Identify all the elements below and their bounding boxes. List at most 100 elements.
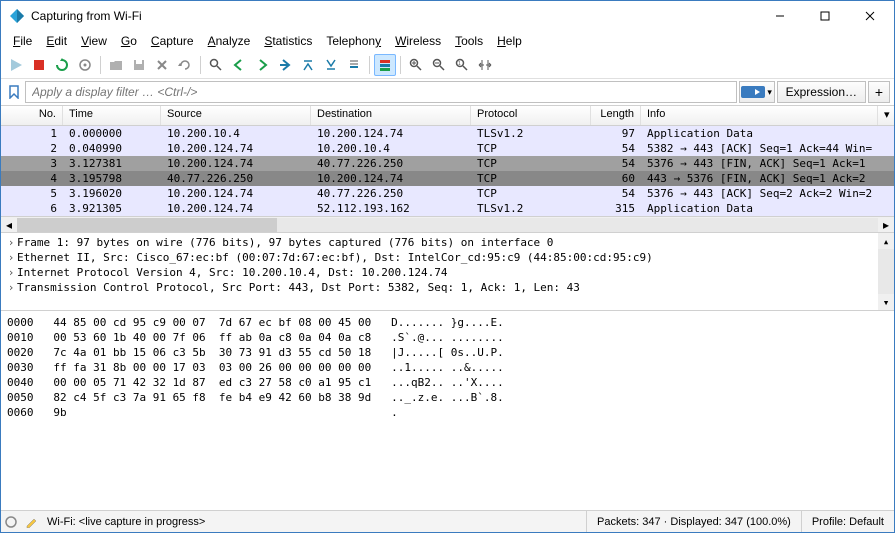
toolbar-separator [369,56,370,74]
packet-list-header: No. Time Source Destination Protocol Len… [1,106,894,126]
menu-go[interactable]: Go [115,33,143,49]
menu-capture[interactable]: Capture [145,33,200,49]
packet-bytes-pane[interactable]: 0000 44 85 00 cd 95 c9 00 07 7d 67 ec bf… [1,311,894,510]
zoom-in-button[interactable] [405,54,427,76]
tree-label: Transmission Control Protocol, Src Port:… [17,281,580,294]
tree-item[interactable]: ›Transmission Control Protocol, Src Port… [1,280,894,295]
menu-view[interactable]: View [75,33,113,49]
vertical-scrollbar[interactable]: ▴ ▾ [878,233,894,310]
column-header-time[interactable]: Time [63,106,161,125]
zoom-reset-button[interactable]: 1 [451,54,473,76]
restart-capture-button[interactable] [51,54,73,76]
close-file-button[interactable] [151,54,173,76]
display-filter-input[interactable] [25,81,737,103]
status-packets: Packets: 347 · Displayed: 347 (100.0%) [586,511,801,532]
menu-telephony[interactable]: Telephony [320,33,387,49]
tree-label: Internet Protocol Version 4, Src: 10.200… [17,266,447,279]
table-row[interactable]: 10.00000010.200.10.410.200.124.74TLSv1.2… [1,126,894,141]
column-header-protocol[interactable]: Protocol [471,106,591,125]
hex-line: 0020 7c 4a 01 bb 15 06 c3 5b 30 73 91 d3… [7,346,504,359]
save-file-button[interactable] [128,54,150,76]
tree-label: Ethernet II, Src: Cisco_67:ec:bf (00:07:… [17,251,653,264]
menu-analyze[interactable]: Analyze [202,33,257,49]
app-icon [9,8,25,24]
scroll-track[interactable] [878,249,894,294]
start-capture-button[interactable] [5,54,27,76]
status-profile[interactable]: Profile: Default [801,511,894,532]
expert-info-icon[interactable] [1,516,21,528]
hex-line: 0050 82 c4 5f c3 7a 91 65 f8 fe b4 e9 42… [7,391,504,404]
table-row[interactable]: 20.04099010.200.124.7410.200.10.4TCP5453… [1,141,894,156]
table-row[interactable]: 53.19602010.200.124.7440.77.226.250TCP54… [1,186,894,201]
go-forward-button[interactable] [251,54,273,76]
packet-list-pane: No. Time Source Destination Protocol Len… [1,105,894,233]
expand-icon[interactable]: › [5,236,17,249]
window-title: Capturing from Wi-Fi [31,9,757,23]
go-back-button[interactable] [228,54,250,76]
bookmark-icon[interactable] [5,83,23,101]
close-button[interactable] [847,2,892,30]
zoom-out-button[interactable] [428,54,450,76]
packet-list-body[interactable]: 10.00000010.200.10.410.200.124.74TLSv1.2… [1,126,894,216]
go-first-button[interactable] [297,54,319,76]
menu-statistics[interactable]: Statistics [258,33,318,49]
capture-options-button[interactable] [74,54,96,76]
tree-item[interactable]: ›Ethernet II, Src: Cisco_67:ec:bf (00:07… [1,250,894,265]
column-header-length[interactable]: Length [591,106,641,125]
scroll-up-icon[interactable]: ▴ [878,233,894,249]
horizontal-scrollbar[interactable]: ◂ ▸ [1,216,894,232]
tree-item[interactable]: ›Frame 1: 97 bytes on wire (776 bits), 9… [1,235,894,250]
reload-button[interactable] [174,54,196,76]
stop-capture-button[interactable] [28,54,50,76]
maximize-button[interactable] [802,2,847,30]
menu-tools[interactable]: Tools [449,33,489,49]
hex-line: 0060 9b . [7,406,398,419]
table-row[interactable]: 63.92130510.200.124.7452.112.193.162TLSv… [1,201,894,216]
toolbar: 1 [1,51,894,79]
toolbar-separator [100,56,101,74]
scroll-right-icon[interactable]: ▸ [878,217,894,233]
apply-filter-button[interactable]: ▾ [739,81,775,103]
expand-icon[interactable]: › [5,266,17,279]
menu-wireless[interactable]: Wireless [389,33,447,49]
menu-edit[interactable]: Edit [40,33,73,49]
hex-line: 0000 44 85 00 cd 95 c9 00 07 7d 67 ec bf… [7,316,504,329]
edit-capture-comment-icon[interactable] [21,516,41,528]
expand-icon[interactable]: › [5,281,17,294]
table-row[interactable]: 43.19579840.77.226.25010.200.124.74TCP60… [1,171,894,186]
hex-line: 0010 00 53 60 1b 40 00 7f 06 ff ab 0a c8… [7,331,504,344]
scroll-track[interactable] [17,218,878,232]
tree-label: Frame 1: 97 bytes on wire (776 bits), 97… [17,236,553,249]
add-filter-button[interactable]: + [868,81,890,103]
expression-button[interactable]: Expression… [777,81,866,103]
find-button[interactable] [205,54,227,76]
scroll-down-icon[interactable]: ▾ [878,294,894,310]
packet-details-pane[interactable]: ›Frame 1: 97 bytes on wire (776 bits), 9… [1,233,894,311]
expand-icon[interactable]: › [5,251,17,264]
column-header-no[interactable]: No. [1,106,63,125]
toolbar-separator [400,56,401,74]
go-to-packet-button[interactable] [274,54,296,76]
auto-scroll-button[interactable] [343,54,365,76]
hex-line: 0040 00 00 05 71 42 32 1d 87 ed c3 27 58… [7,376,504,389]
scroll-thumb[interactable] [17,218,277,232]
column-configure-icon[interactable]: ▾ [878,106,894,125]
minimize-button[interactable] [757,2,802,30]
table-row[interactable]: 33.12738110.200.124.7440.77.226.250TCP54… [1,156,894,171]
menu-file[interactable]: File [7,33,38,49]
menu-help[interactable]: Help [491,33,528,49]
go-last-button[interactable] [320,54,342,76]
scroll-left-icon[interactable]: ◂ [1,217,17,233]
svg-text:1: 1 [458,61,461,67]
status-text: Wi-Fi: <live capture in progress> [41,516,586,528]
column-header-source[interactable]: Source [161,106,311,125]
hex-line: 0030 ff fa 31 8b 00 00 17 03 03 00 26 00… [7,361,504,374]
open-file-button[interactable] [105,54,127,76]
colorize-button[interactable] [374,54,396,76]
tree-item[interactable]: ›Internet Protocol Version 4, Src: 10.20… [1,265,894,280]
statusbar: Wi-Fi: <live capture in progress> Packet… [1,510,894,532]
column-header-destination[interactable]: Destination [311,106,471,125]
resize-columns-button[interactable] [474,54,496,76]
toolbar-separator [200,56,201,74]
column-header-info[interactable]: Info [641,106,878,125]
